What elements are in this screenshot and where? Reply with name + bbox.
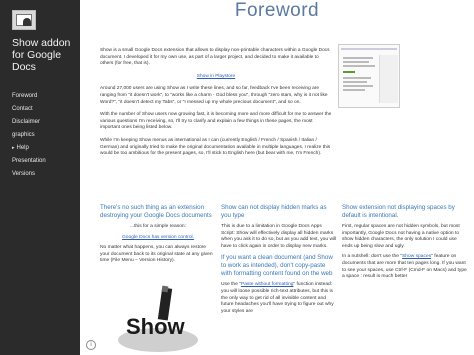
- expand-caret-icon[interactable]: ▸: [12, 145, 15, 151]
- column-2-text-1: This is due to a limitation in Google Do…: [221, 224, 337, 249]
- show-logo-text: Show: [126, 314, 186, 339]
- site-title[interactable]: Show addon for Google Docs: [12, 37, 78, 73]
- column-1-text-2: No matter what happens, you can always r…: [100, 245, 213, 264]
- column-3-text-2: In a nutshell: don't use the "Show space…: [342, 254, 467, 280]
- paste-without-formatting-link[interactable]: Paste without formatting: [241, 282, 293, 287]
- version-control-link[interactable]: Google Docs has version control.: [122, 235, 194, 240]
- info-icon[interactable]: i: [86, 340, 96, 350]
- intro-paragraph-2: Around 27,000 users are using Show as I …: [100, 86, 328, 105]
- playstore-link[interactable]: Show in Playstore: [197, 74, 235, 79]
- nav-item-presentation[interactable]: Presentation: [0, 155, 80, 168]
- column-3-heading: Show extension not displaying spaces by …: [342, 204, 455, 219]
- column-1-heading: There's no such thing as an extension de…: [100, 204, 212, 219]
- nav-item-disclaimer[interactable]: Disclaimer: [0, 116, 80, 129]
- column-version-control: There's no such thing as an extension de…: [100, 204, 216, 269]
- intro-paragraph-4: While I'm keeping Show menus as internat…: [100, 137, 331, 157]
- nav-item-versions[interactable]: Versions: [0, 168, 80, 181]
- column-hidden-marks: Show can not display hidden marks as you…: [221, 204, 337, 319]
- column-2-heading-2: If you want a clean document (and Show t…: [221, 254, 333, 278]
- sidebar: Show addon for Google Docs Foreword Cont…: [0, 0, 80, 355]
- nav-item-graphics[interactable]: graphics: [0, 129, 80, 142]
- column-2-heading-1: Show can not display hidden marks as you…: [221, 204, 327, 219]
- nav-item-help[interactable]: ▸ Help: [0, 142, 80, 155]
- screenshot-thumbnail: [338, 44, 400, 108]
- show-spaces-link[interactable]: Show spaces: [402, 254, 431, 259]
- column-spaces: Show extension not displaying spaces by …: [342, 204, 468, 285]
- column-1-text-1: ...this for a simple reason:: [130, 224, 186, 229]
- show-logo-image: Show: [112, 282, 204, 355]
- nav-item-contact[interactable]: Contact: [0, 103, 80, 116]
- intro-paragraph-1: Show is a small Google Docs extension th…: [100, 48, 330, 67]
- site-logo[interactable]: [12, 10, 36, 30]
- intro-paragraph-3: With the number of Show users now growin…: [100, 112, 332, 131]
- nav-item-foreword[interactable]: Foreword: [0, 90, 80, 103]
- nav-item-help-label: Help: [16, 145, 29, 151]
- intro-section: Show is a small Google Docs extension th…: [100, 48, 332, 164]
- column-2-text-2: Use the "Paste without formatting" funct…: [221, 282, 334, 314]
- column-3-text-1: First, regular spaces are not hidden sym…: [342, 224, 460, 249]
- page-title: Foreword: [234, 0, 320, 21]
- sidebar-nav: Foreword Contact Disclaimer graphics ▸ He…: [0, 90, 80, 181]
